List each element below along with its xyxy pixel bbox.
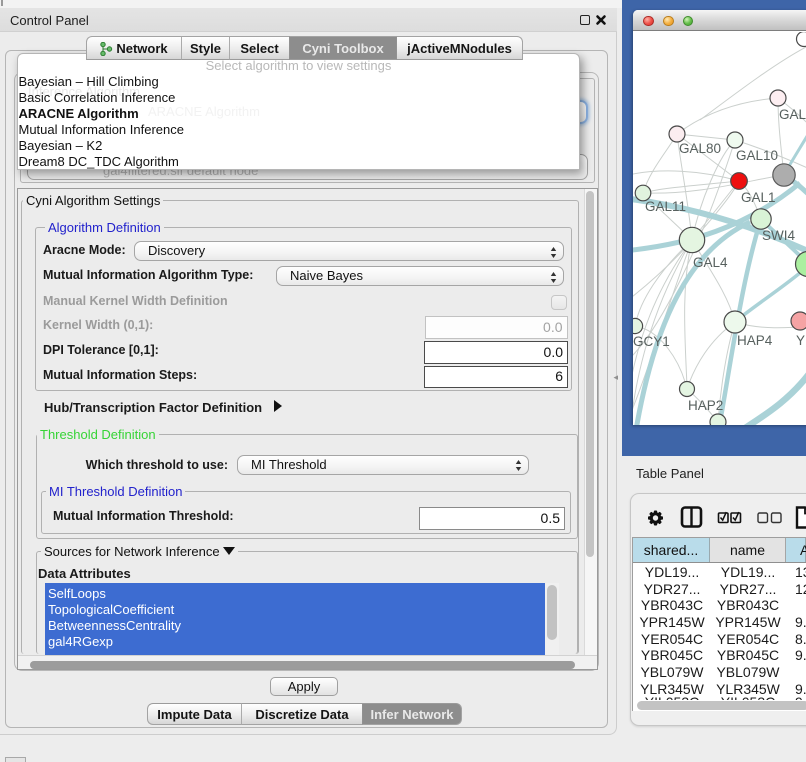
svg-text:HAP4: HAP4 — [737, 333, 773, 348]
svg-text:GAL11: GAL11 — [645, 199, 686, 214]
svg-text:GAL1: GAL1 — [741, 190, 776, 205]
svg-text:Y: Y — [796, 333, 805, 348]
svg-text:GCY1: GCY1 — [633, 334, 670, 349]
svg-text:GAL80: GAL80 — [679, 141, 721, 156]
svg-text:GAL4: GAL4 — [693, 255, 728, 270]
svg-text:GAL7: GAL7 — [779, 107, 806, 122]
svg-text:SWI4: SWI4 — [762, 228, 795, 243]
svg-text:HAP2: HAP2 — [688, 398, 723, 413]
svg-text:GAL10: GAL10 — [736, 148, 778, 163]
